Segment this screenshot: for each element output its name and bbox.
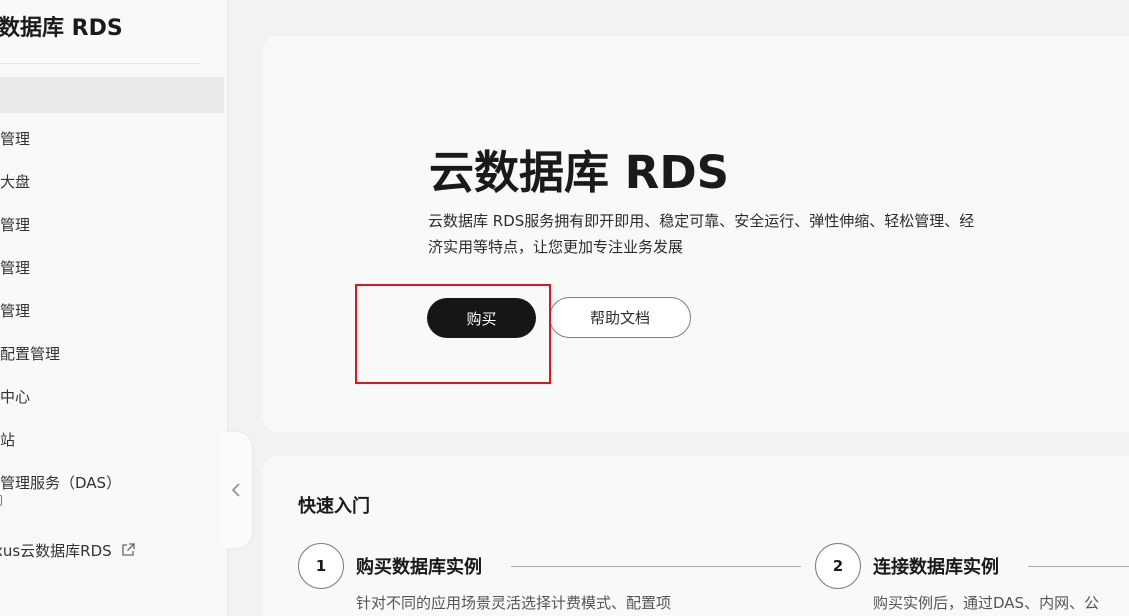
step-1-divider bbox=[511, 566, 801, 567]
sidebar: 数据库 RDS 览 列管理 控大盘 份管理 欠管理 数管理 志配置管理 务中心 … bbox=[0, 0, 228, 616]
sidebar-item-label: 志配置管理 bbox=[0, 344, 61, 363]
sidebar-item-monitoring-dashboard[interactable]: 控大盘 bbox=[0, 163, 224, 199]
sidebar-item-recycle-bin[interactable]: 收站 bbox=[0, 421, 224, 457]
sidebar-item-label: 务中心 bbox=[0, 387, 31, 406]
sidebar-item-das[interactable]: 据管理服务（DAS） ▢ bbox=[0, 470, 224, 518]
sidebar-item-label: 份管理 bbox=[0, 215, 31, 234]
step-1-description: 针对不同的应用场景灵活选择计费模式、配置项 bbox=[356, 594, 672, 612]
sidebar-item-nexus-rds[interactable]: exus云数据库RDS bbox=[0, 532, 224, 568]
step-2-description: 购买实例后，通过DAS、内网、公 bbox=[873, 594, 1100, 612]
sidebar-item-label: 欠管理 bbox=[0, 258, 31, 277]
step-2-number: 2 bbox=[815, 543, 861, 589]
sidebar-item-label: 据管理服务（DAS） bbox=[0, 474, 122, 492]
step-2-divider bbox=[1028, 566, 1129, 567]
step-2-title: 连接数据库实例 bbox=[873, 557, 999, 578]
sidebar-item-label: 列管理 bbox=[0, 129, 31, 148]
quick-start-title: 快速入门 bbox=[298, 496, 370, 517]
sidebar-item-label: 控大盘 bbox=[0, 172, 31, 191]
page-title: 云数据库 RDS bbox=[429, 146, 730, 199]
external-link-icon bbox=[122, 543, 135, 556]
sidebar-item-log-config[interactable]: 志配置管理 bbox=[0, 335, 224, 371]
step-1-number: 1 bbox=[298, 543, 344, 589]
external-link-icon: ▢ bbox=[0, 492, 3, 508]
sidebar-item-label: 数管理 bbox=[0, 301, 31, 320]
sidebar-item-task-center[interactable]: 务中心 bbox=[0, 378, 224, 414]
chevron-left-icon bbox=[231, 483, 240, 497]
hero-description: 云数据库 RDS服务拥有即开即用、稳定可靠、安全运行、弹性伸缩、轻松管理、经济实… bbox=[428, 212, 975, 256]
sidebar-item-overview[interactable]: 览 bbox=[0, 77, 224, 113]
sidebar-collapse-button[interactable] bbox=[220, 432, 252, 548]
highlight-annotation-box bbox=[355, 284, 551, 384]
help-docs-button[interactable]: 帮助文档 bbox=[549, 297, 691, 338]
step-1-title: 购买数据库实例 bbox=[356, 557, 482, 578]
sidebar-title: 数据库 RDS bbox=[0, 16, 123, 41]
sidebar-divider bbox=[0, 63, 200, 64]
sidebar-item-parameter-management[interactable]: 数管理 bbox=[0, 292, 224, 328]
sidebar-item-label: exus云数据库RDS bbox=[0, 541, 112, 560]
quick-start-card: 快速入门 1 购买数据库实例 针对不同的应用场景灵活选择计费模式、配置项 2 连… bbox=[263, 456, 1129, 616]
sidebar-item-backup-management[interactable]: 份管理 bbox=[0, 206, 224, 242]
sidebar-item-recovery-management[interactable]: 欠管理 bbox=[0, 249, 224, 285]
sidebar-item-instance-management[interactable]: 列管理 bbox=[0, 120, 224, 156]
sidebar-item-label: 收站 bbox=[0, 430, 16, 449]
